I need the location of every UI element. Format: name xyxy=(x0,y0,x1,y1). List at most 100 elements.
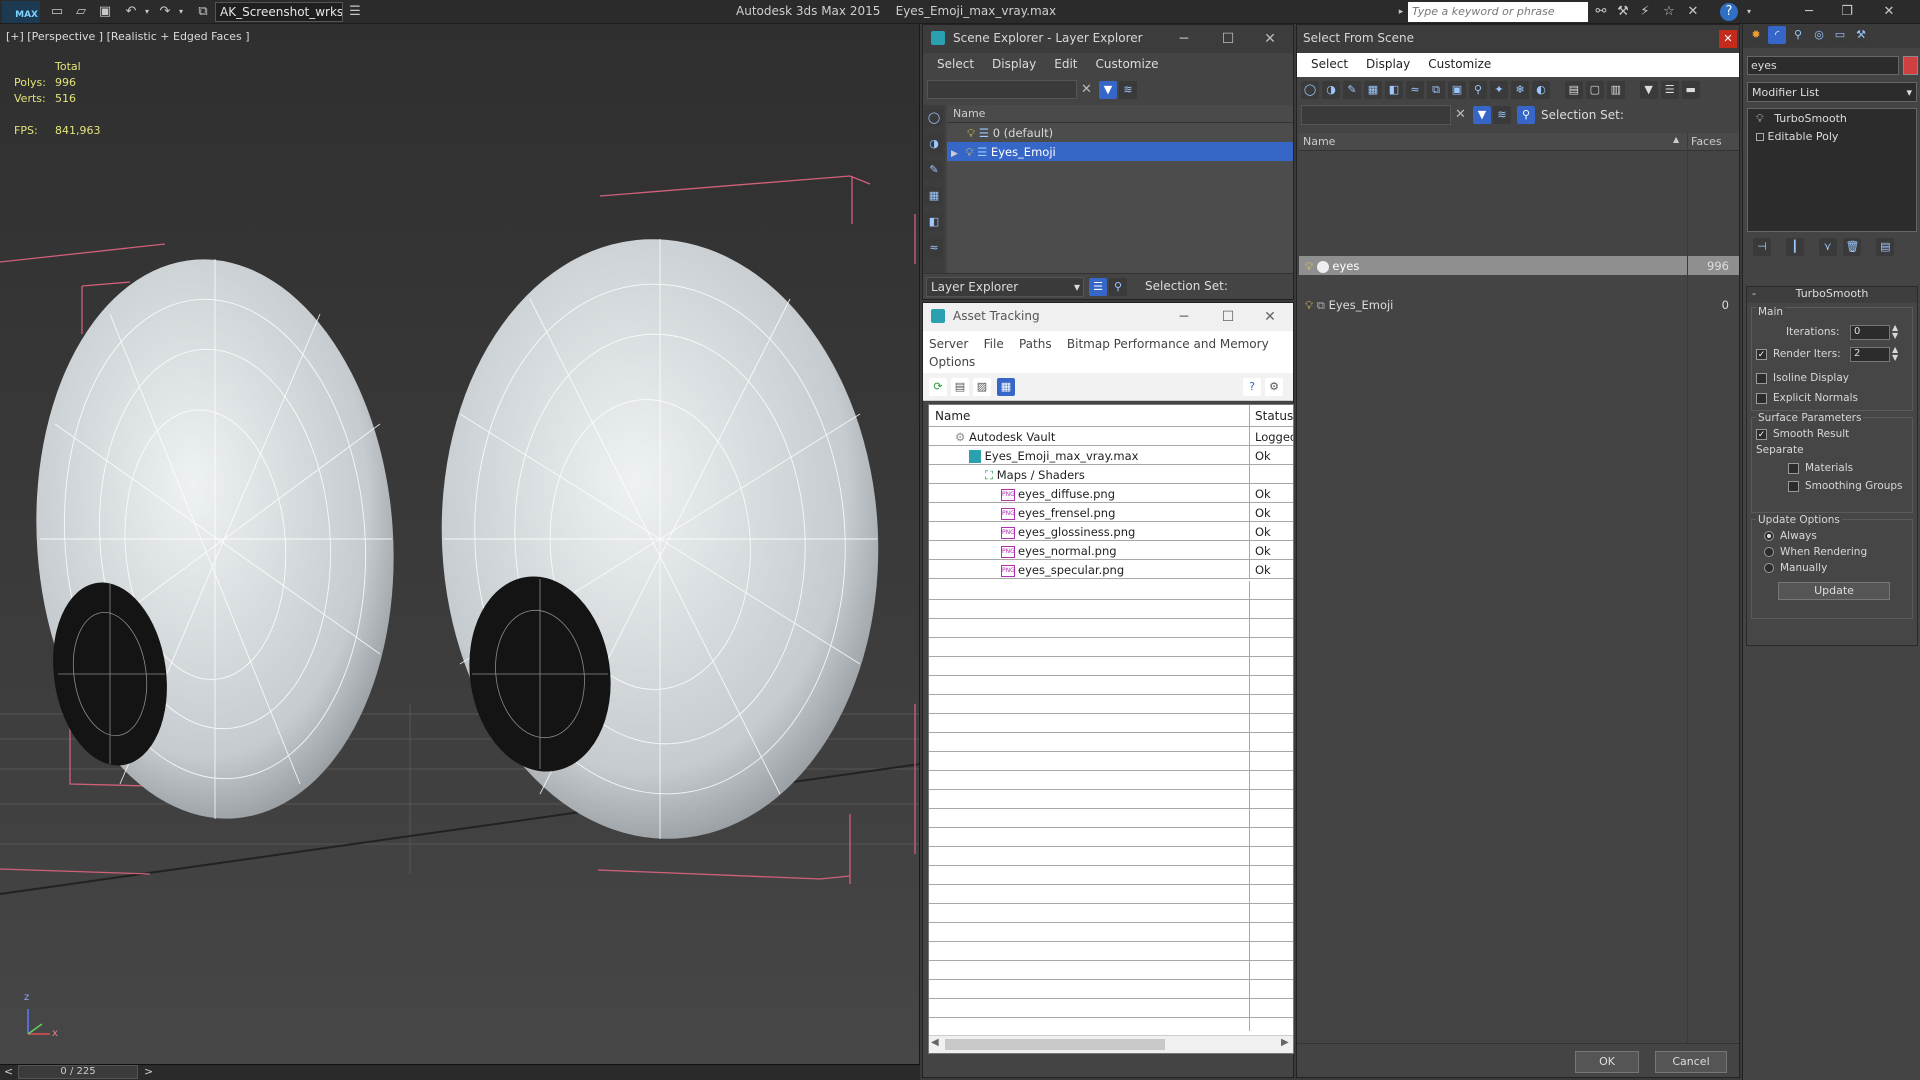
horizontal-scrollbar[interactable]: ◀ ▶ xyxy=(929,1035,1293,1053)
radio-selected[interactable] xyxy=(1764,531,1774,541)
scene-explorer-search-input[interactable] xyxy=(927,80,1077,99)
thumbnail-view-icon[interactable]: ▨ xyxy=(973,378,991,396)
containers-filter-icon[interactable]: ✦ xyxy=(1490,81,1508,99)
modifier-stack-item[interactable]: 💡︎ TurboSmooth xyxy=(1748,109,1916,129)
expand-arrow-icon[interactable]: ▶ xyxy=(951,149,958,159)
menu-customize[interactable]: Customize xyxy=(1096,57,1159,73)
chevron-down-icon[interactable]: ▾ xyxy=(138,3,156,21)
menu-icon[interactable]: ☰ xyxy=(346,3,364,21)
sort-ascending-icon[interactable]: ▲ xyxy=(1673,135,1679,144)
asset-row[interactable]: PNG eyes_specular.png Ok xyxy=(929,560,1293,579)
menu-select[interactable]: Select xyxy=(937,57,974,73)
asset-row[interactable]: Eyes_Emoji_max_vray.max Ok xyxy=(929,446,1293,465)
display-helpers-icon[interactable]: ◧ xyxy=(925,213,943,231)
binoculars-icon[interactable]: ⚯ xyxy=(1592,3,1610,21)
keyword-search-input[interactable]: Type a keyword or phrase xyxy=(1408,2,1588,22)
app-logo-icon[interactable]: MAX xyxy=(2,1,40,23)
rollout-header[interactable]: - TurboSmooth xyxy=(1747,287,1917,303)
isoline-display-checkbox[interactable]: Isoline Display xyxy=(1756,372,1849,384)
menu-display[interactable]: Display xyxy=(1366,57,1410,73)
menu-bitmap-performance[interactable]: Bitmap Performance and Memory xyxy=(1067,337,1269,351)
asset-row[interactable]: ⛶ Maps / Shaders xyxy=(929,465,1293,484)
lightbulb-icon[interactable]: 💡︎ xyxy=(1305,298,1313,312)
render-iters-checkbox[interactable]: ✓ Render Iters: xyxy=(1756,348,1841,360)
minimize-icon[interactable]: ─ xyxy=(1171,307,1197,327)
display-spacewarps-icon[interactable]: ≈ xyxy=(925,239,943,257)
object-row[interactable]: 💡︎ ⧉ Eyes_Emoji 0 xyxy=(1299,295,1739,314)
select-all-icon[interactable]: ▤ xyxy=(1564,81,1583,99)
motion-tab-icon[interactable]: ◎ xyxy=(1810,26,1828,44)
remove-modifier-icon[interactable]: 🗑︎ xyxy=(1843,238,1862,256)
object-row-selected[interactable]: 💡︎ eyes 996 xyxy=(1299,256,1739,275)
asset-row[interactable]: PNG eyes_diffuse.png Ok xyxy=(929,484,1293,503)
timeline-prev-button[interactable]: < xyxy=(4,1065,13,1078)
modifier-list-dropdown[interactable]: Modifier List ▾ xyxy=(1747,82,1917,102)
timeline-next-button[interactable]: > xyxy=(144,1065,153,1078)
project-folder-icon[interactable]: ⧉ xyxy=(194,3,212,21)
menu-edit[interactable]: Edit xyxy=(1054,57,1077,73)
spacewarps-filter-icon[interactable]: ≈ xyxy=(1406,81,1424,99)
lightbulb-icon[interactable]: 💡︎ xyxy=(1756,112,1764,125)
perspective-viewport[interactable]: [+] [Perspective ] [Realistic + Edged Fa… xyxy=(0,24,920,1064)
subscription-icon[interactable]: ⚡ xyxy=(1636,3,1654,21)
always-radio[interactable]: Always xyxy=(1764,530,1817,542)
layer-mode-icon[interactable]: ☰ xyxy=(1089,278,1107,296)
explicit-normals-checkbox[interactable]: Explicit Normals xyxy=(1756,392,1858,404)
filter-icon[interactable]: ▼ xyxy=(1099,81,1117,99)
close-icon[interactable]: ✕ xyxy=(1257,29,1283,49)
menu-server[interactable]: Server xyxy=(929,337,968,351)
star-icon[interactable]: ☆ xyxy=(1660,3,1678,21)
refresh-icon[interactable]: ⟳ xyxy=(929,378,947,396)
chevron-down-icon[interactable]: ▾ xyxy=(1740,3,1758,21)
materials-checkbox[interactable]: Materials xyxy=(1788,462,1853,474)
layer-row-selected[interactable]: ▶ 💡︎ ☰ Eyes_Emoji xyxy=(947,142,1293,161)
asset-table-header[interactable]: Name Status xyxy=(929,405,1293,427)
display-geometry-icon[interactable]: ◯ xyxy=(925,109,943,127)
minimize-icon[interactable]: ─ xyxy=(1800,3,1818,21)
when-rendering-radio[interactable]: When Rendering xyxy=(1764,546,1867,558)
spinner-arrows-icon[interactable]: ▲ ▼ xyxy=(1892,324,1898,340)
sort-icon[interactable]: ☰ xyxy=(1660,81,1679,99)
menu-display[interactable]: Display xyxy=(992,57,1036,73)
make-unique-icon[interactable]: ⋎ xyxy=(1818,238,1837,256)
utilities-tab-icon[interactable]: ⚒ xyxy=(1852,26,1870,44)
restore-icon[interactable]: ❐ xyxy=(1838,3,1856,21)
filter-icon[interactable]: ▼ xyxy=(1473,106,1491,124)
asset-row[interactable]: PNG eyes_glossiness.png Ok xyxy=(929,522,1293,541)
help-icon[interactable]: ? xyxy=(1720,3,1738,21)
scroll-right-icon[interactable]: ▶ xyxy=(1281,1037,1289,1048)
tools-icon[interactable]: ⚒ xyxy=(1614,3,1632,21)
hierarchy-icon[interactable]: ⚲ xyxy=(1517,106,1535,124)
asset-row[interactable]: ⚙ Autodesk Vault Logged xyxy=(929,427,1293,446)
layer-settings-icon[interactable]: ≋ xyxy=(1119,81,1137,99)
lightbulb-icon[interactable]: 💡︎ xyxy=(967,126,975,140)
xrefs-filter-icon[interactable]: ▣ xyxy=(1448,81,1466,99)
iterations-spinner[interactable]: 0 xyxy=(1850,325,1890,340)
scene-explorer-titlebar[interactable]: Scene Explorer - Layer Explorer ─ ☐ ✕ xyxy=(923,25,1293,53)
helpers-filter-icon[interactable]: ◧ xyxy=(1385,81,1403,99)
manually-radio[interactable]: Manually xyxy=(1764,562,1827,574)
close-icon[interactable]: ✕ xyxy=(1880,3,1898,21)
checkbox[interactable] xyxy=(1788,480,1799,492)
radio[interactable] xyxy=(1764,563,1774,573)
display-lights-icon[interactable]: ✎ xyxy=(925,161,943,179)
checkbox[interactable] xyxy=(1756,392,1767,404)
show-end-result-icon[interactable]: ┃ xyxy=(1785,238,1804,256)
explorer-type-dropdown[interactable]: Layer Explorer ▾ xyxy=(926,277,1084,297)
layer-sort-icon[interactable]: ≋ xyxy=(1493,106,1511,124)
cameras-filter-icon[interactable]: ▦ xyxy=(1364,81,1382,99)
radio[interactable] xyxy=(1764,547,1774,557)
object-name-input[interactable]: eyes xyxy=(1747,56,1899,75)
frozen-filter-icon[interactable]: ❄ xyxy=(1511,81,1529,99)
save-icon[interactable]: ▣ xyxy=(96,3,114,21)
pin-stack-icon[interactable]: ⊣ xyxy=(1753,238,1771,256)
settings-icon[interactable]: ⚙ xyxy=(1265,378,1283,396)
minimize-icon[interactable]: ─ xyxy=(1171,29,1197,49)
spinner-arrows-icon[interactable]: ▲ ▼ xyxy=(1892,346,1898,362)
menu-file[interactable]: File xyxy=(984,337,1004,351)
menu-options[interactable]: Options xyxy=(929,355,975,369)
smooth-result-checkbox[interactable]: ✓ Smooth Result xyxy=(1756,428,1849,440)
new-file-icon[interactable]: ▭ xyxy=(48,3,66,21)
select-invert-icon[interactable]: ▥ xyxy=(1606,81,1625,99)
help-icon[interactable]: ? xyxy=(1243,378,1261,396)
